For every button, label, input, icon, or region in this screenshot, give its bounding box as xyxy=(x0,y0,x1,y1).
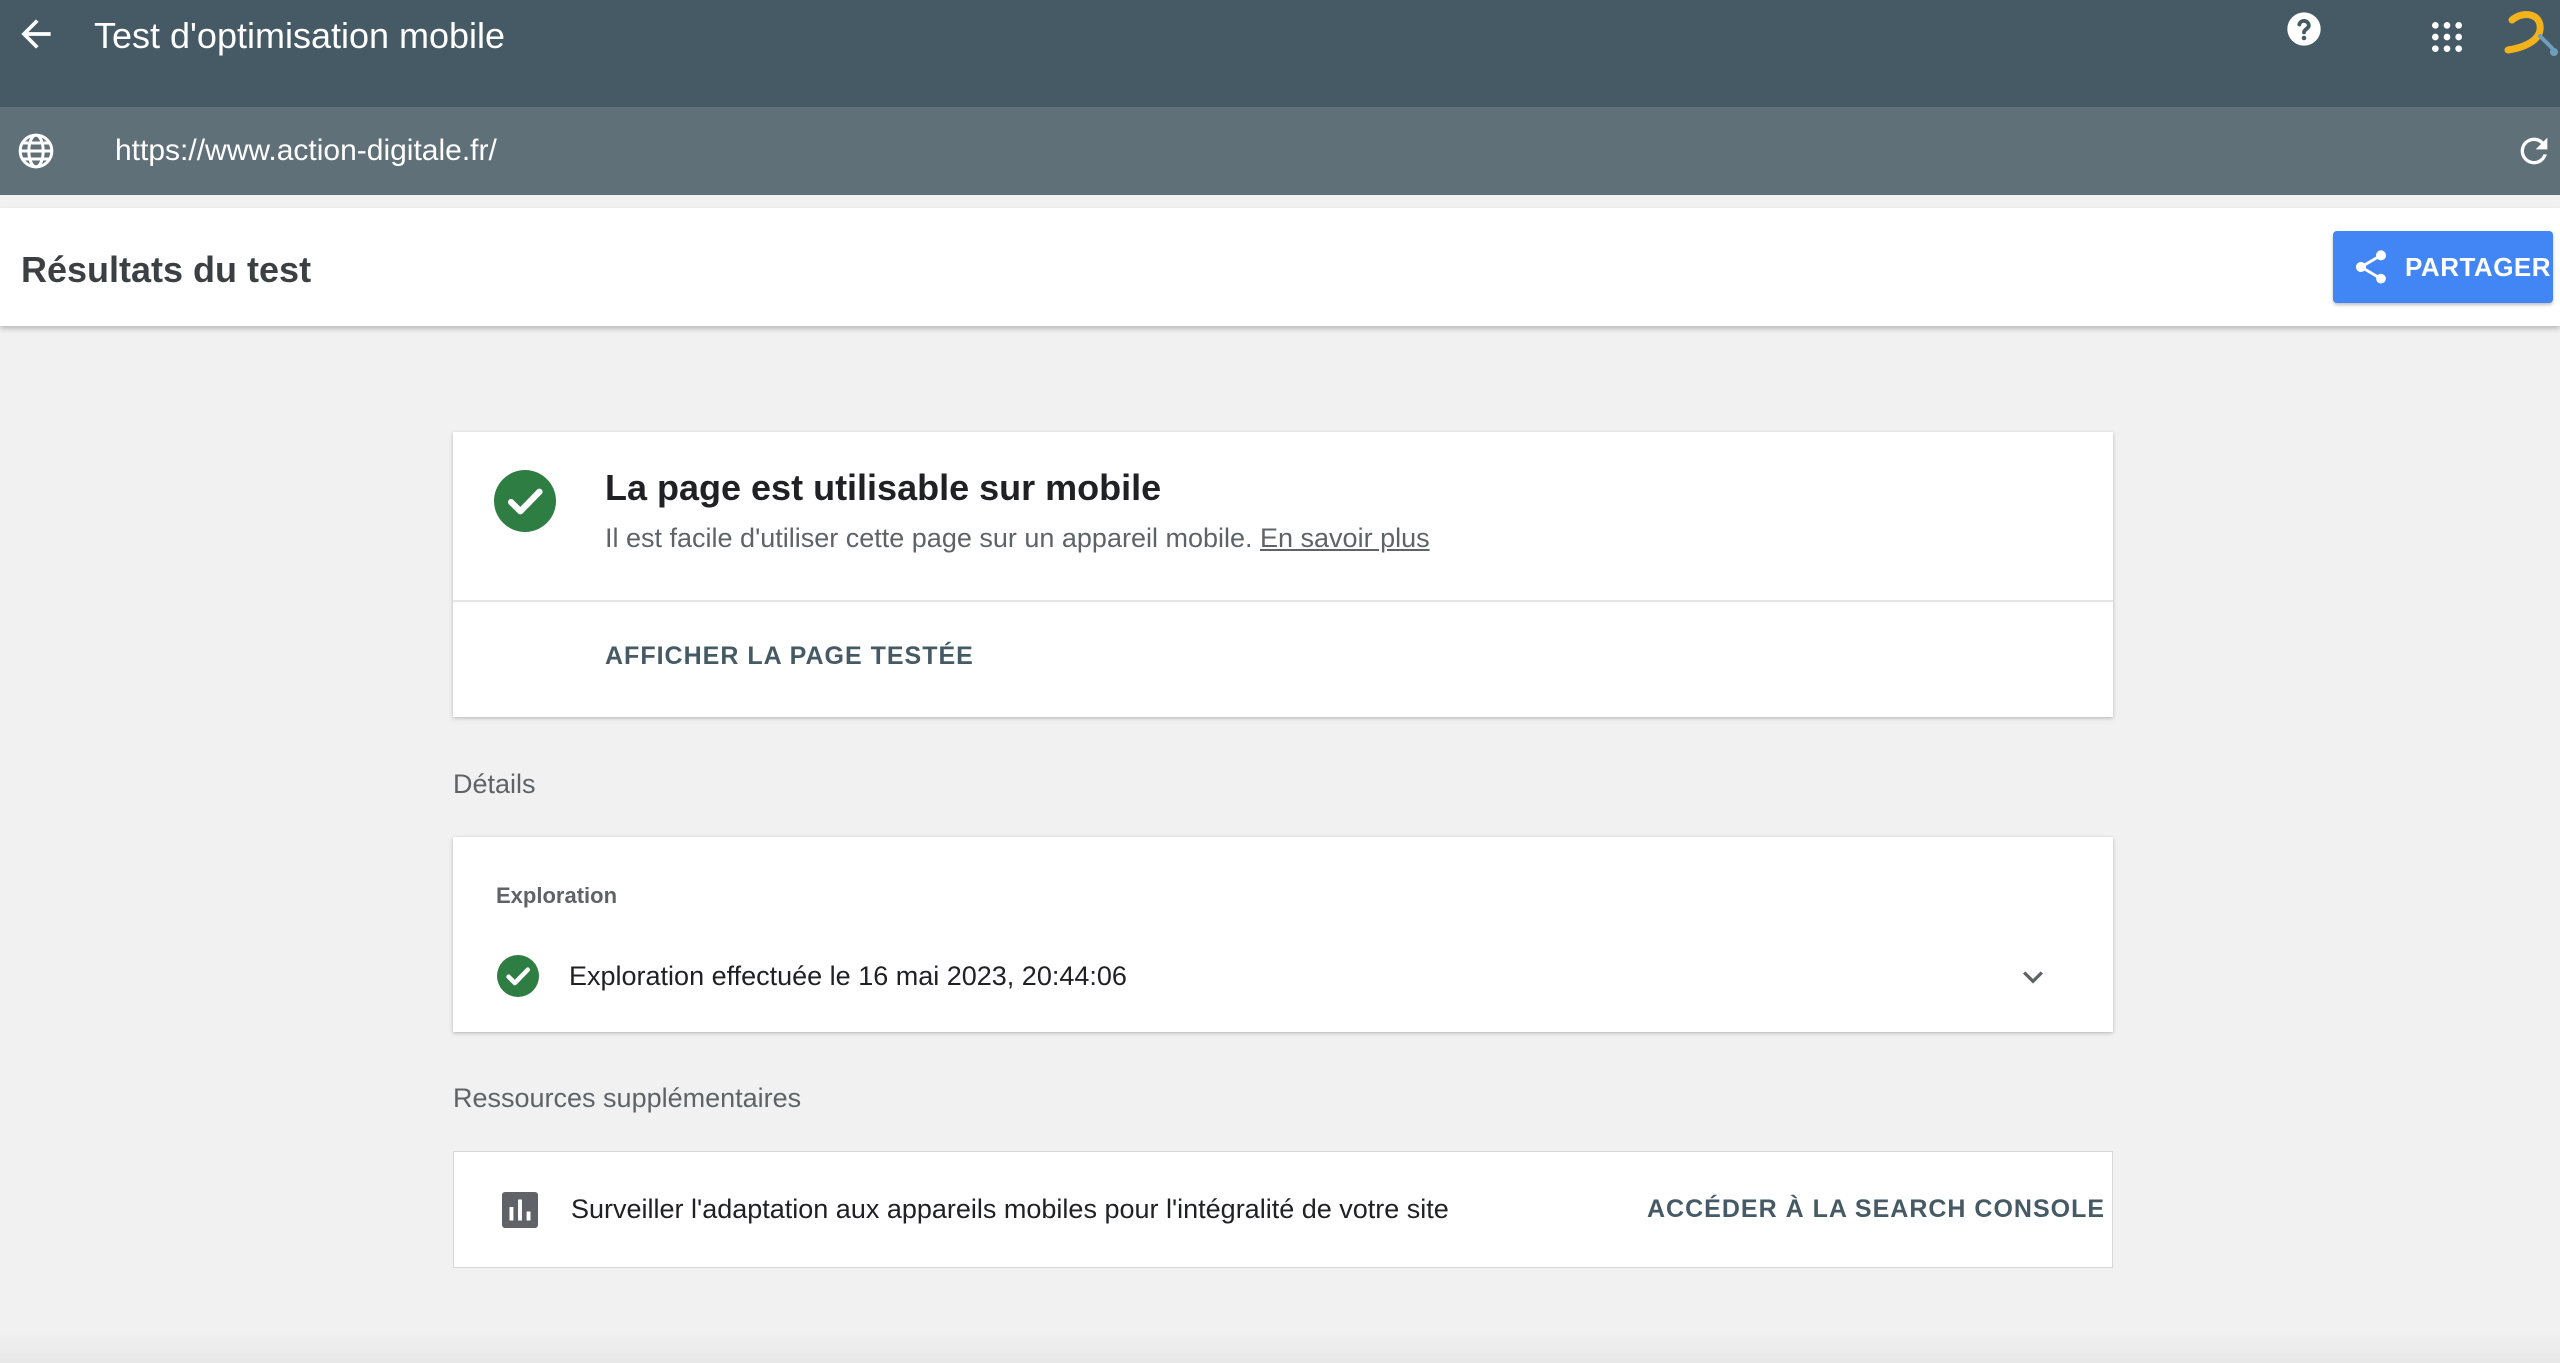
resource-description: Surveiller l'adaptation aux appareils mo… xyxy=(571,1194,1449,1224)
url-input[interactable]: https://www.action-digitale.fr/ xyxy=(115,132,497,170)
help-icon[interactable] xyxy=(2284,9,2324,49)
bottom-edge xyxy=(0,1330,2560,1363)
learn-more-link[interactable]: En savoir plus xyxy=(1260,523,1430,553)
chevron-down-icon[interactable] xyxy=(2013,957,2053,997)
status-card: La page est utilisable sur mobile Il est… xyxy=(453,432,2113,717)
crawl-card: Exploration Exploration effectuée le 16 … xyxy=(453,837,2113,1032)
results-header: Résultats du test PARTAGER xyxy=(0,208,2560,326)
apps-grid-icon[interactable] xyxy=(2427,17,2467,57)
url-bar: https://www.action-digitale.fr/ xyxy=(0,107,2560,195)
check-circle-icon xyxy=(497,955,539,997)
arrow-back-icon[interactable] xyxy=(14,12,58,56)
crawl-heading: Exploration xyxy=(496,883,618,908)
page-title: Résultats du test xyxy=(21,249,312,290)
account-logo[interactable] xyxy=(2500,6,2560,62)
status-description: Il est facile d'utiliser cette page sur … xyxy=(605,520,1430,556)
resources-section-label: Ressources supplémentaires xyxy=(453,1083,802,1113)
share-button-label: PARTAGER xyxy=(2405,252,2552,282)
check-circle-icon xyxy=(494,470,556,532)
app-title: Test d'optimisation mobile xyxy=(94,15,506,56)
crawl-status-text: Exploration effectuée le 16 mai 2023, 20… xyxy=(569,961,1127,991)
share-icon xyxy=(2356,250,2387,284)
details-section-label: Détails xyxy=(453,769,536,799)
search-console-button[interactable]: ACCÉDER À LA SEARCH CONSOLE xyxy=(1647,1190,2105,1228)
bar-chart-icon xyxy=(502,1192,538,1228)
top-app-bar: Test d'optimisation mobile xyxy=(0,0,2560,107)
resource-card: Surveiller l'adaptation aux appareils mo… xyxy=(453,1151,2113,1268)
refresh-icon[interactable] xyxy=(2514,131,2554,171)
globe-icon xyxy=(18,133,54,169)
card-divider xyxy=(453,600,2113,602)
share-button[interactable]: PARTAGER xyxy=(2333,231,2553,303)
status-title: La page est utilisable sur mobile xyxy=(605,467,1162,508)
view-tested-page-button[interactable]: AFFICHER LA PAGE TESTÉE xyxy=(605,638,974,674)
status-description-text: Il est facile d'utiliser cette page sur … xyxy=(605,523,1253,553)
